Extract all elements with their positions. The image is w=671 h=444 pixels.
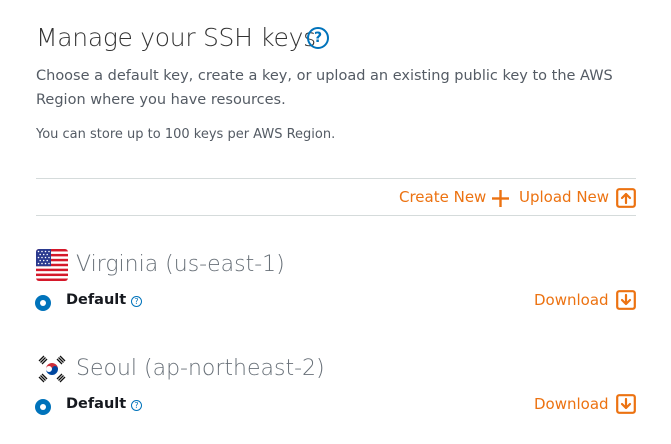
default-key-radio[interactable]	[35, 399, 51, 415]
kr-flag-icon	[36, 353, 68, 385]
download-label: Download	[534, 291, 609, 309]
download-button[interactable]: Download	[534, 394, 609, 414]
us-flag-icon	[36, 249, 68, 281]
upload-new-button[interactable]: Upload New	[519, 187, 609, 207]
upload-icon[interactable]	[616, 188, 636, 208]
default-key-label: Default	[66, 292, 127, 308]
create-new-label: Create New	[399, 188, 487, 206]
default-key-radio[interactable]	[35, 295, 51, 311]
key-limit-note: You can store up to 100 keys per AWS Reg…	[36, 127, 336, 142]
default-key-label: Default	[66, 396, 127, 412]
page-title: Manage your SSH keys	[36, 23, 316, 52]
region-name: Seoul (ap-northeast-2)	[76, 356, 325, 381]
help-icon[interactable]: ?	[131, 400, 142, 411]
download-icon[interactable]	[616, 394, 636, 414]
upload-new-label: Upload New	[519, 188, 610, 206]
page-description: Choose a default key, create a key, or u…	[36, 68, 613, 108]
plus-icon[interactable]	[491, 189, 510, 208]
download-icon[interactable]	[616, 290, 636, 310]
actions-divider	[36, 215, 636, 216]
help-icon[interactable]: ?	[131, 296, 142, 307]
region-name: Virginia (us-east-1)	[76, 252, 285, 277]
top-divider	[36, 178, 636, 179]
download-button[interactable]: Download	[534, 290, 609, 310]
download-label: Download	[534, 395, 609, 413]
help-icon[interactable]: ?	[307, 27, 329, 49]
create-new-button[interactable]: Create New	[399, 187, 486, 207]
